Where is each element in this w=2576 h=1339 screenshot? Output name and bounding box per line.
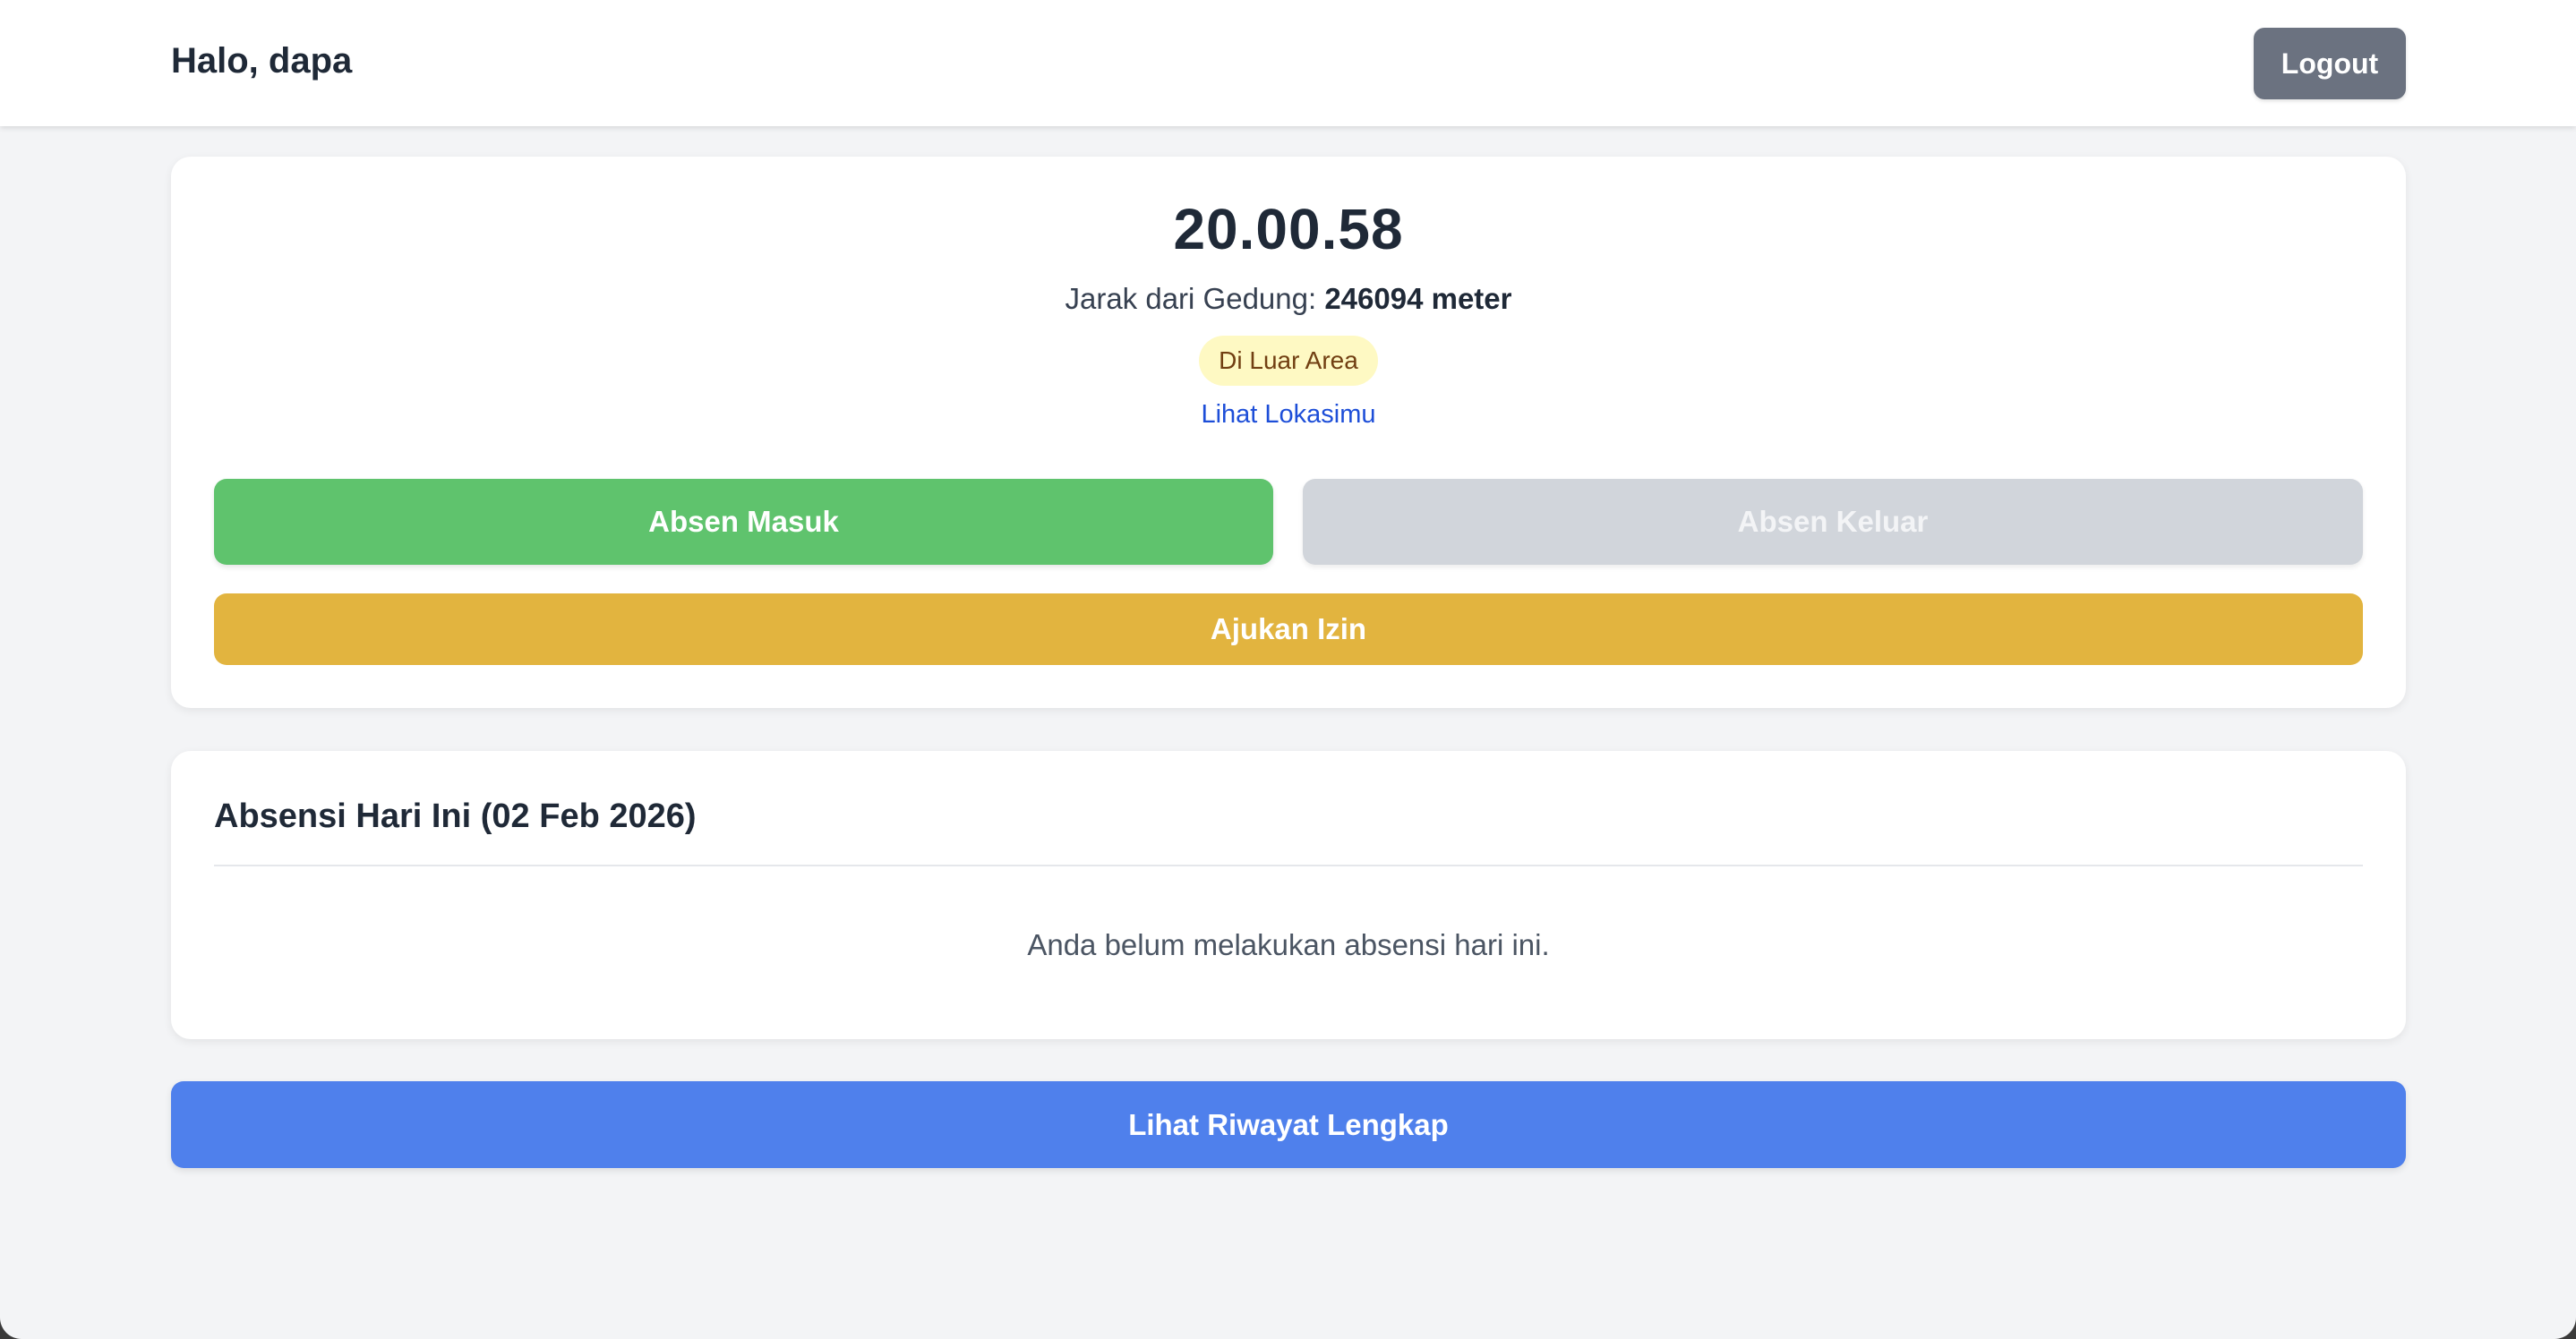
logout-button[interactable]: Logout (2254, 28, 2406, 99)
empty-attendance-message: Anda belum melakukan absensi hari ini. (1027, 928, 1550, 961)
view-full-history-button[interactable]: Lihat Riwayat Lengkap (171, 1081, 2406, 1168)
distance-label: Jarak dari Gedung: (1065, 282, 1317, 315)
divider (214, 865, 2363, 866)
window-corner-right (2533, 1296, 2576, 1339)
view-location-link[interactable]: Lihat Lokasimu (1201, 400, 1375, 429)
today-attendance-title: Absensi Hari Ini (02 Feb 2026) (214, 797, 697, 835)
distance-info: Jarak dari Gedung: 246094 meter (171, 282, 2406, 316)
greeting-text: Halo, dapa (171, 41, 353, 81)
current-time: 20.00.58 (1173, 197, 1404, 261)
distance-value: 246094 meter (1324, 282, 1512, 315)
area-badge-wrapper: Di Luar Area (171, 336, 2406, 386)
attendance-status-card: 20.00.58 Jarak dari Gedung: 246094 meter… (171, 157, 2406, 708)
location-link-wrapper: Lihat Lokasimu (171, 400, 2406, 430)
request-leave-button[interactable]: Ajukan Izin (214, 593, 2363, 665)
today-attendance-card: Absensi Hari Ini (02 Feb 2026) Anda belu… (171, 751, 2406, 1039)
check-out-button: Absen Keluar (1303, 479, 2363, 565)
top-navbar: Halo, dapa Logout (0, 0, 2576, 126)
check-in-button[interactable]: Absen Masuk (214, 479, 1273, 565)
area-status-badge: Di Luar Area (1199, 336, 1378, 386)
window-corner-left (0, 1296, 43, 1339)
